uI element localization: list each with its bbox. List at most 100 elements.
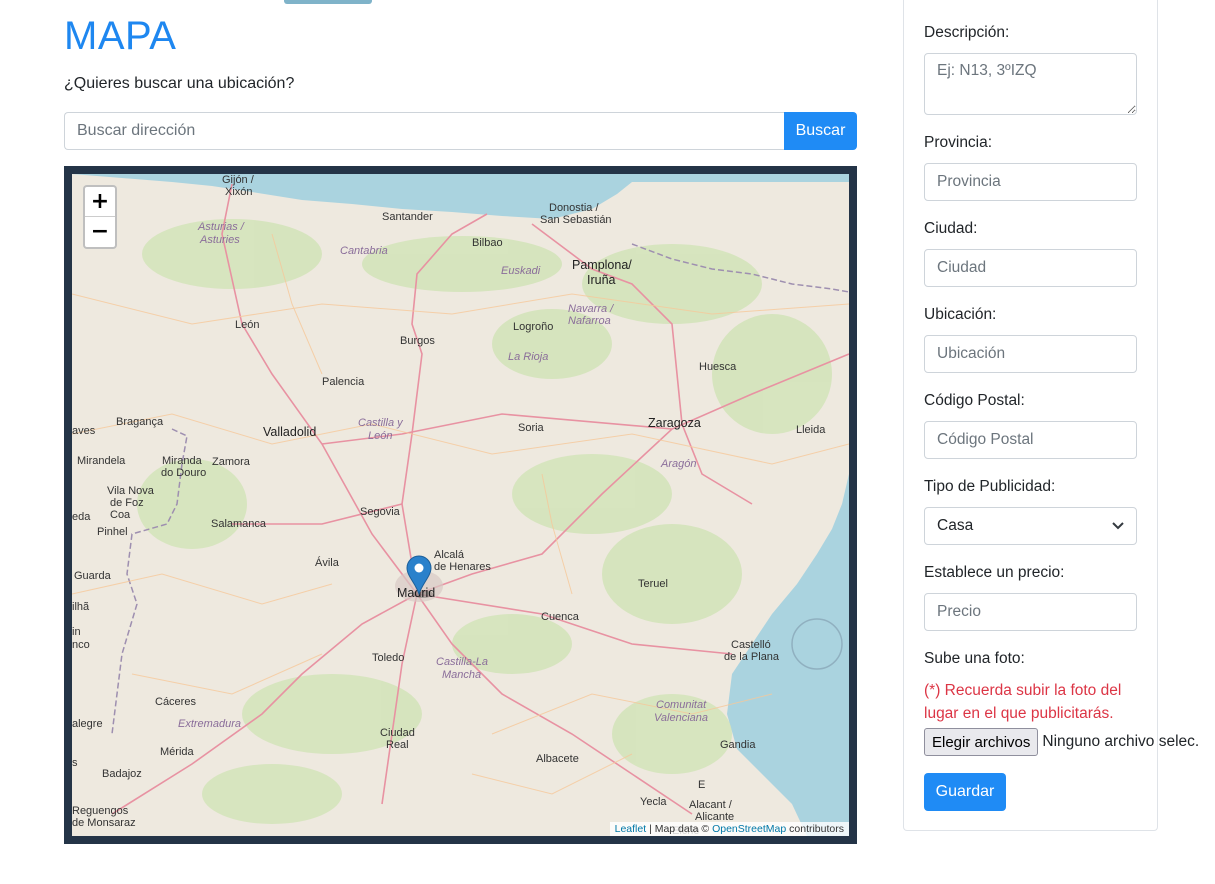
city-label-lleida: Lleida <box>796 424 826 436</box>
file-status: Ninguno archivo selec. <box>1042 733 1200 750</box>
map[interactable]: Gijón / Xixón Santander Donostia / San S… <box>72 174 849 836</box>
city-label-ciudad: Ciudad <box>380 727 415 739</box>
city-label-badajoz: Badajoz <box>102 768 142 780</box>
tipo-publicidad-value: Casa <box>937 517 974 534</box>
city-label-soria: Soria <box>518 422 545 434</box>
region-label-castilla-la: Castilla-La <box>436 656 488 668</box>
city-label-palencia: Palencia <box>322 376 365 388</box>
city-label-caceres: Cáceres <box>155 696 196 708</box>
city-label-do-douro: do Douro <box>161 467 206 479</box>
city-label-xixon: Xixón <box>225 186 253 198</box>
city-label-eda: eda <box>72 511 91 523</box>
region-label-leon: León <box>368 430 392 442</box>
chevron-down-icon <box>1112 522 1124 530</box>
city-label-santander: Santander <box>382 211 433 223</box>
city-label-vila-nova: Vila Nova <box>107 485 155 497</box>
city-label-pamplona: Pamplona/ <box>572 258 632 272</box>
city-label-alacant: Alacant / <box>689 799 733 811</box>
city-label-castello: Castelló <box>731 639 771 651</box>
city-label-alegre: alegre <box>72 718 103 730</box>
city-label-yecla: Yecla <box>640 796 667 808</box>
map-frame: Gijón / Xixón Santander Donostia / San S… <box>64 166 857 844</box>
city-label-bilbao: Bilbao <box>472 237 503 249</box>
ubicacion-field[interactable] <box>924 335 1137 373</box>
city-label-burgos: Burgos <box>400 335 435 347</box>
ciudad-field[interactable] <box>924 249 1137 287</box>
precio-label: Establece un precio: <box>924 564 1065 581</box>
city-label-s: s <box>72 757 78 769</box>
search-bar: Buscar <box>64 112 857 150</box>
map-tiles: Gijón / Xixón Santander Donostia / San S… <box>72 174 849 836</box>
city-label-avila: Ávila <box>315 556 340 569</box>
city-label-pinhel: Pinhel <box>97 526 128 538</box>
region-label-extremadura: Extremadura <box>178 718 241 730</box>
region-label-la-rioja: La Rioja <box>508 351 548 363</box>
zoom-in-button[interactable]: + <box>85 187 115 217</box>
city-label-gijon: Gijón / <box>222 174 255 186</box>
city-label-alcala: Alcalá <box>434 549 465 561</box>
city-label-in: in <box>72 626 81 638</box>
city-label-nco: nco <box>72 639 90 651</box>
search-button[interactable]: Buscar <box>784 112 857 150</box>
page-title: MAPA <box>64 14 177 58</box>
attribution-separator: | Map data © <box>646 823 713 835</box>
region-label-aragon: Aragón <box>660 458 696 470</box>
zoom-out-button[interactable]: − <box>85 217 115 247</box>
save-button[interactable]: Guardar <box>924 773 1006 811</box>
openstreetmap-link[interactable]: OpenStreetMap <box>712 823 786 835</box>
city-label-coa: Coa <box>110 509 131 521</box>
codigo-postal-field[interactable] <box>924 421 1137 459</box>
city-label-miranda: Miranda <box>162 455 203 467</box>
region-label-cantabria: Cantabria <box>340 245 388 257</box>
sea-north <box>72 174 849 219</box>
city-label-de-monsaraz: de Monsaraz <box>72 817 136 829</box>
city-label-segovia: Segovia <box>360 506 401 518</box>
city-label-merida: Mérida <box>160 746 195 758</box>
descripcion-field[interactable] <box>924 53 1137 115</box>
region-label-asturies: Asturies <box>199 234 240 246</box>
city-label-mirandela: Mirandela <box>77 455 126 467</box>
city-label-albacete: Albacete <box>536 753 579 765</box>
city-label-san-sebastian: San Sebastián <box>540 214 612 226</box>
region-label-nafarroa: Nafarroa <box>568 315 611 327</box>
city-label-real: Real <box>386 739 409 751</box>
city-label-guarda: Guarda <box>74 570 112 582</box>
ad-form: Descripción: Provincia: Ciudad: Ubicació… <box>903 0 1199 831</box>
city-label-zamora: Zamora <box>212 456 251 468</box>
map-attribution: Leaflet | Map data © OpenStreetMap contr… <box>609 822 849 836</box>
city-label-de-foz: de Foz <box>110 497 144 509</box>
city-label-donostia: Donostia / <box>549 202 599 214</box>
city-label-de-la-plana: de la Plana <box>724 651 780 663</box>
city-label-gandia: Gandia <box>720 739 756 751</box>
city-label-cuenca: Cuenca <box>541 611 580 623</box>
city-label-salamanca: Salamanca <box>211 518 267 530</box>
tipo-publicidad-label: Tipo de Publicidad: <box>924 478 1056 495</box>
city-label-zaragoza: Zaragoza <box>648 416 701 430</box>
region-label-navarra: Navarra / <box>568 303 614 315</box>
provincia-field[interactable] <box>924 163 1137 201</box>
city-label-reguengos: Reguengos <box>72 805 129 817</box>
region-label-comunitat: Comunitat <box>656 699 707 711</box>
city-label-aves: aves <box>72 425 96 437</box>
provincia-label: Provincia: <box>924 134 993 151</box>
top-tab-indicator <box>284 0 372 4</box>
city-label-huesca: Huesca <box>699 361 737 373</box>
tipo-publicidad-select[interactable]: Casa <box>924 507 1137 545</box>
city-label-logrono: Logroño <box>513 321 553 333</box>
region-label-asturias: Asturias / <box>197 221 245 233</box>
choose-files-button[interactable]: Elegir archivos <box>924 728 1039 756</box>
search-input[interactable] <box>64 112 784 150</box>
city-label-valladolid: Valladolid <box>263 425 316 439</box>
foto-warning: (*) Recuerda subir la foto del lugar en … <box>924 682 1122 722</box>
foto-label: Sube una foto: <box>924 650 1025 667</box>
city-label-braganca: Bragança <box>116 416 164 428</box>
city-label-e: E <box>698 779 705 791</box>
city-label-iruna: Iruña <box>587 273 616 287</box>
region-label-mancha: Mancha <box>442 669 481 681</box>
descripcion-label: Descripción: <box>924 24 1010 41</box>
city-label-ilha: ilhã <box>72 601 90 613</box>
leaflet-link[interactable]: Leaflet <box>615 823 647 835</box>
attribution-suffix: contributors <box>786 823 844 835</box>
precio-field[interactable] <box>924 593 1137 631</box>
region-label-valenciana: Valenciana <box>654 712 708 724</box>
